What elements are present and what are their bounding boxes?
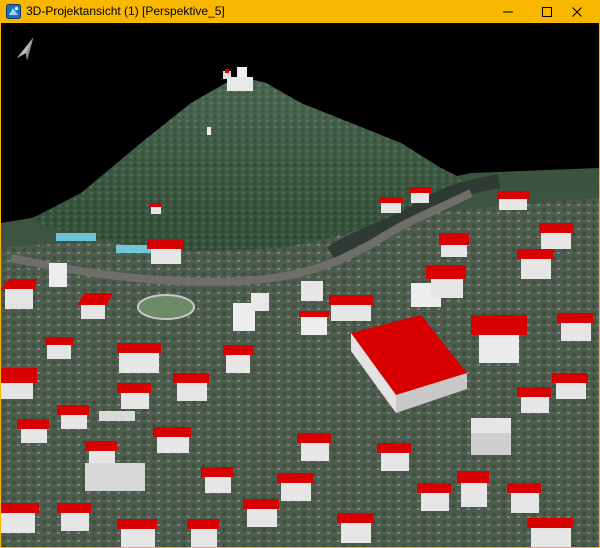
north-arrow-icon — [13, 36, 37, 62]
3d-viewport[interactable] — [1, 23, 599, 547]
close-icon — [572, 6, 582, 17]
circular-plaza — [137, 294, 195, 320]
minimize-icon — [503, 11, 513, 12]
window-title: 3D-Projektansicht (1) [Perspektive_5] — [26, 4, 225, 18]
pool — [56, 233, 96, 241]
maximize-icon — [542, 6, 552, 17]
app-window: 3D-Projektansicht (1) [Perspektive_5] — [0, 0, 600, 548]
tower — [207, 127, 211, 135]
close-button[interactable] — [554, 0, 600, 23]
title-bar[interactable]: 3D-Projektansicht (1) [Perspektive_5] — [0, 0, 600, 23]
app-icon — [6, 4, 21, 19]
city-scene — [1, 23, 599, 547]
